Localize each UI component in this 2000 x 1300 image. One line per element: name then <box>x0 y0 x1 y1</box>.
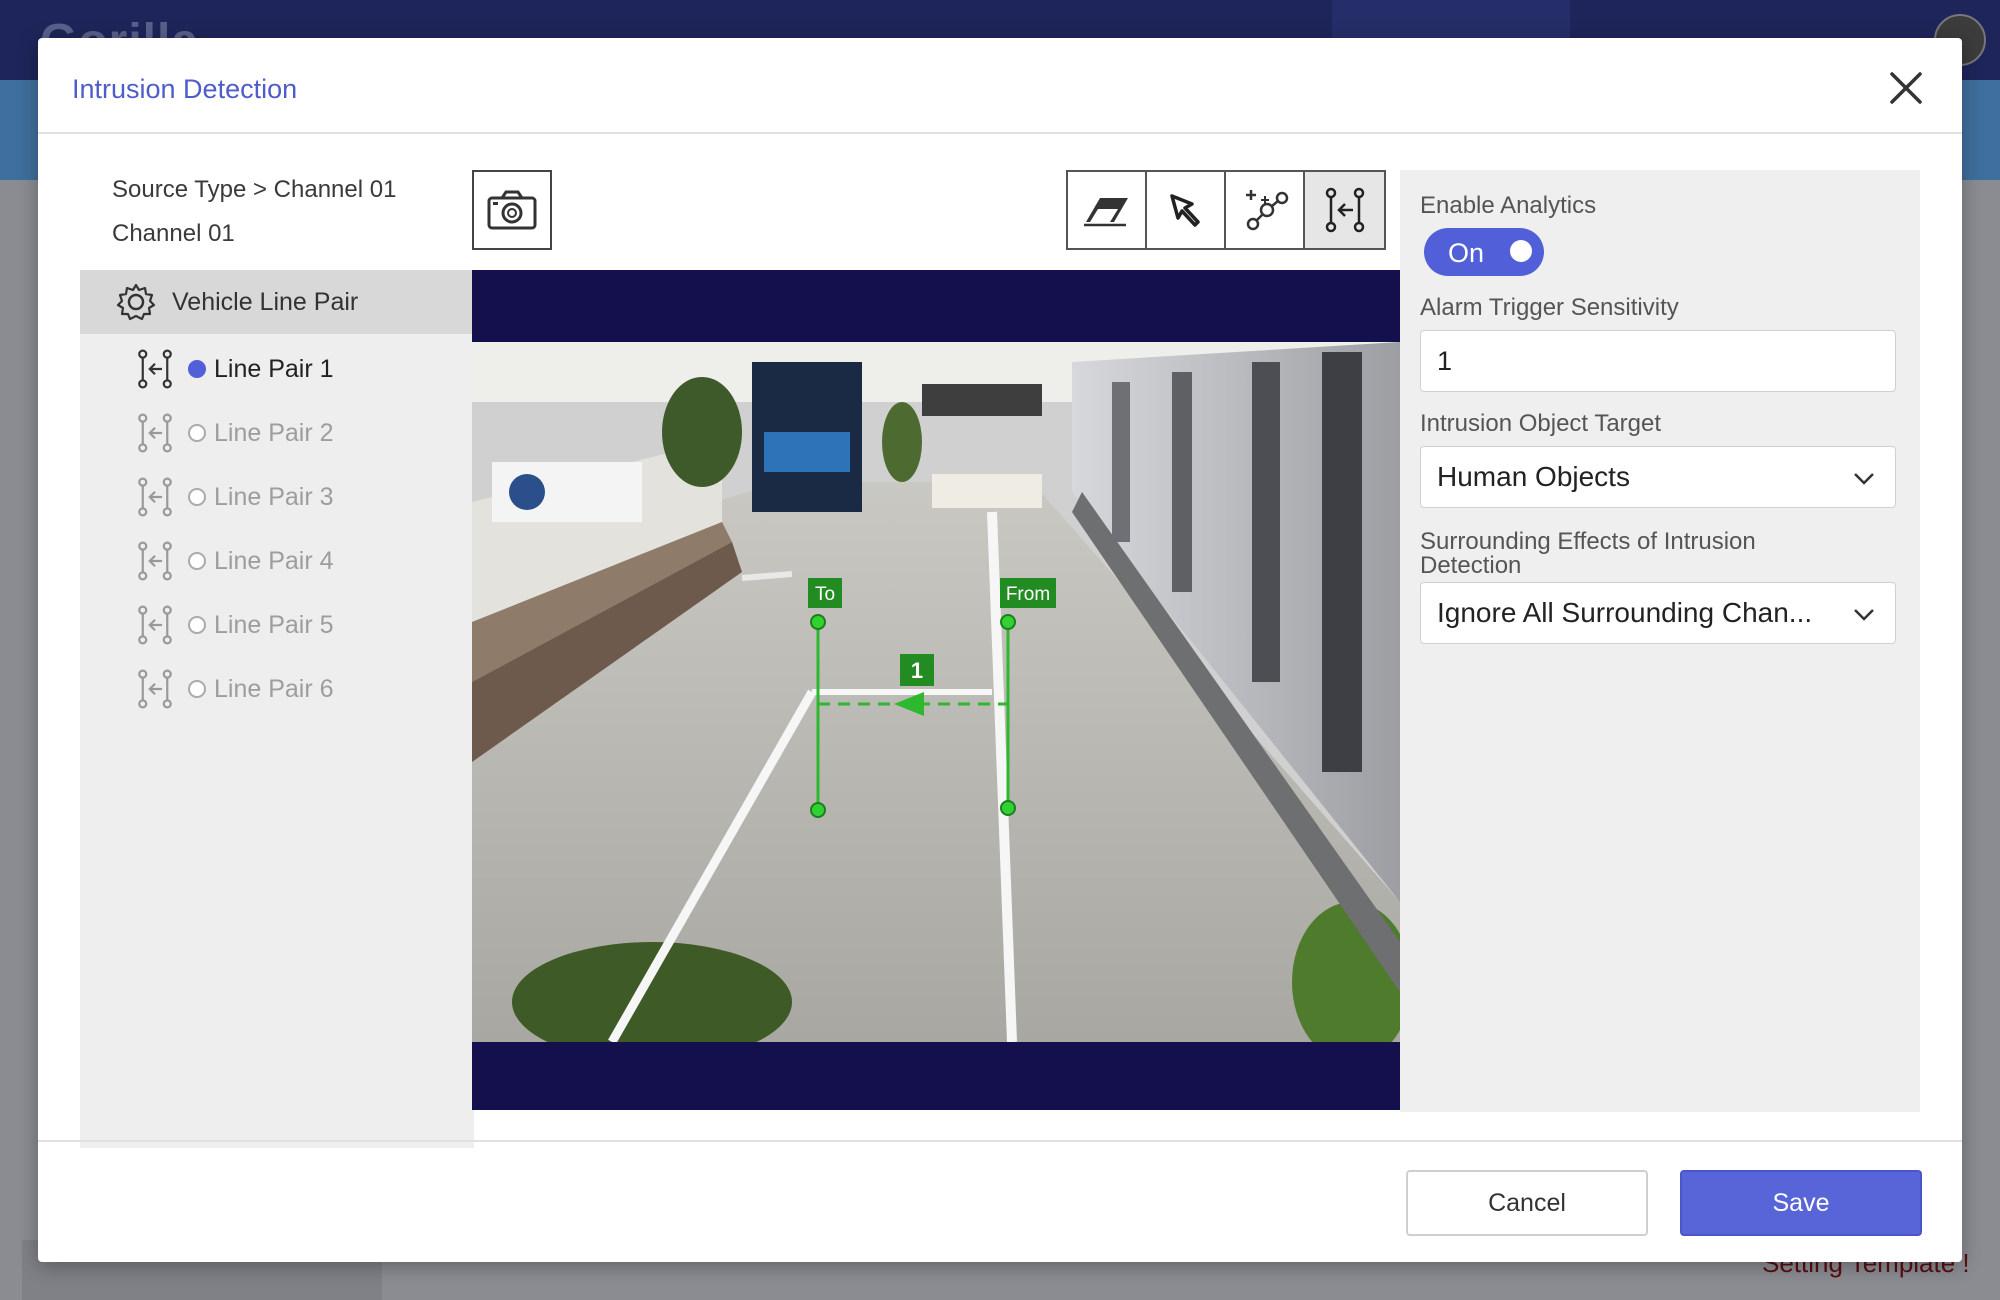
camera-frame[interactable]: To From 1 <box>472 342 1400 1042</box>
pointer-tool-button[interactable] <box>1147 172 1226 248</box>
line-pair-icon <box>138 477 172 517</box>
enable-analytics-toggle[interactable]: On <box>1424 228 1544 276</box>
tree-item-line-pair-5[interactable]: Line Pair 5 <box>80 600 474 650</box>
line-pair-icon <box>138 605 172 645</box>
eraser-icon <box>1083 198 1128 227</box>
add-node-icon <box>1245 190 1288 231</box>
surrounding-select-value: Ignore All Surrounding Chan... <box>1437 597 1813 628</box>
camera-view[interactable]: To From 1 <box>472 270 1400 1110</box>
line-pair-radio[interactable] <box>188 488 206 506</box>
sensitivity-label: Alarm Trigger Sensitivity <box>1420 294 1679 321</box>
line-pair-radio[interactable] <box>188 360 206 378</box>
gear-icon <box>116 283 156 321</box>
line-pair-label: Line Pair 4 <box>214 546 334 575</box>
line-pair-icon <box>138 349 172 389</box>
tree-item-line-pair-4[interactable]: Line Pair 4 <box>80 536 474 586</box>
eraser-tool-button[interactable] <box>1068 172 1147 248</box>
line-pair-icon <box>138 413 172 453</box>
cancel-button[interactable]: Cancel <box>1406 1170 1648 1236</box>
drawing-toolbar <box>1066 170 1386 250</box>
surrounding-label: Surrounding Effects of Intrusion Detecti… <box>1420 528 1756 579</box>
tree-parent-label: Vehicle Line Pair <box>172 287 359 316</box>
line-pair-radio[interactable] <box>188 616 206 634</box>
tree-item-line-pair-1[interactable]: Line Pair 1 <box>80 344 474 394</box>
from-label: From <box>1006 584 1050 605</box>
line-pair-radio[interactable] <box>188 424 206 442</box>
chevron-down-icon <box>1854 473 1874 485</box>
toggle-state-text: On <box>1448 238 1485 268</box>
line-pair-label: Line Pair 5 <box>214 610 334 639</box>
line-pair-radio[interactable] <box>188 552 206 570</box>
line-pair-tool-button[interactable] <box>1305 172 1384 248</box>
settings-panel: Enable Analytics On Alarm Trigger Sensit… <box>1400 170 1920 1112</box>
add-node-tool-button[interactable] <box>1226 172 1305 248</box>
pointer-icon <box>1169 194 1200 227</box>
camera-icon <box>487 190 537 230</box>
line-pair-icon <box>138 541 172 581</box>
line-pair-icon <box>1325 187 1364 233</box>
sensitivity-input[interactable]: 1 <box>1420 330 1896 392</box>
to-label: To <box>815 584 835 605</box>
tree-item-line-pair-6[interactable]: Line Pair 6 <box>80 664 474 714</box>
chevron-down-icon <box>1854 609 1874 621</box>
target-select-value: Human Objects <box>1437 461 1630 492</box>
enable-analytics-label: Enable Analytics <box>1420 192 1597 219</box>
target-label: Intrusion Object Target <box>1420 410 1662 437</box>
line-pair-radio[interactable] <box>188 680 206 698</box>
line-pair-label: Line Pair 6 <box>214 674 334 703</box>
dialog-title: Intrusion Detection <box>72 74 298 104</box>
line-pair-label: Line Pair 1 <box>214 354 334 383</box>
snapshot-button[interactable] <box>472 170 552 250</box>
intrusion-detection-dialog: Intrusion Detection Source Type > Channe… <box>38 38 1962 1262</box>
source-type-path: Source Type > Channel 01 Channel 01 <box>112 176 397 247</box>
line-pair-icon <box>138 669 172 709</box>
surrounding-select[interactable]: Ignore All Surrounding Chan... <box>1420 582 1896 644</box>
line-pair-label: Line Pair 3 <box>214 482 334 511</box>
line-pair-label: Line Pair 2 <box>214 418 334 447</box>
toggle-knob <box>1510 240 1532 262</box>
target-select[interactable]: Human Objects <box>1420 446 1896 508</box>
tree-item-line-pair-3[interactable]: Line Pair 3 <box>80 472 474 522</box>
tree-parent-vehicle-line-pair[interactable]: Vehicle Line Pair <box>80 270 474 334</box>
close-icon[interactable] <box>1886 68 1926 108</box>
line-pair-tree: Vehicle Line Pair Line Pair 1 Line Pair 2… <box>80 270 474 1148</box>
save-button[interactable]: Save <box>1680 1170 1922 1236</box>
tree-item-line-pair-2[interactable]: Line Pair 2 <box>80 408 474 458</box>
pair-number: 1 <box>911 658 923 683</box>
dialog-footer-divider <box>38 1140 1962 1142</box>
dialog-header: Intrusion Detection <box>38 38 1962 134</box>
